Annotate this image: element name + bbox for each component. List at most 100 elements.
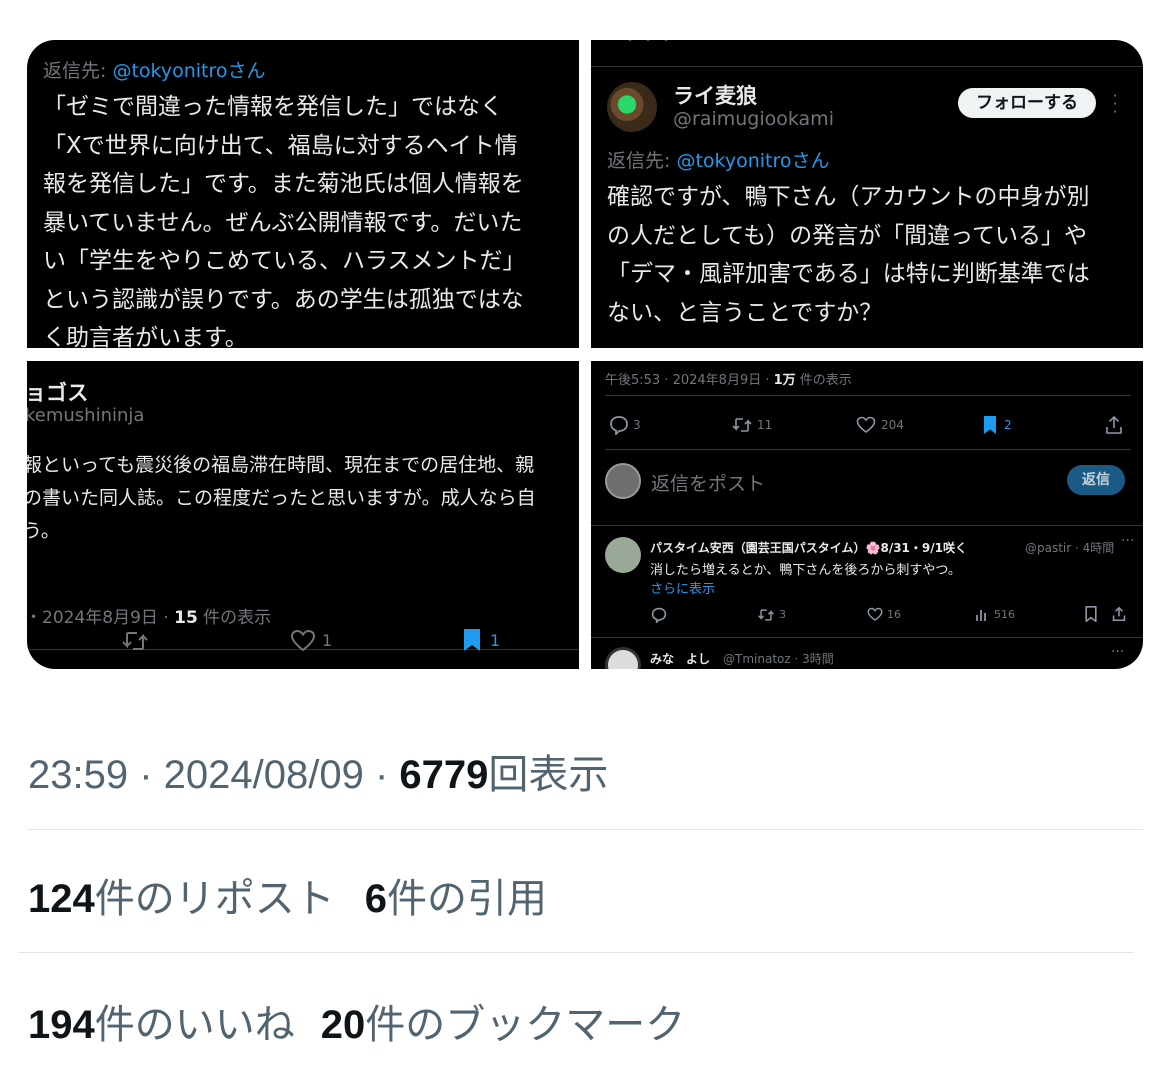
likes-count: 204 — [881, 418, 904, 432]
likes-stat[interactable]: 194件のいいね — [28, 1003, 295, 1047]
avatar — [607, 82, 657, 132]
bookmark-icon[interactable] — [462, 627, 482, 653]
replies-count: 3 — [633, 418, 641, 432]
partial-header: ・・・ — [621, 40, 675, 51]
user-name: ョゴス — [27, 381, 89, 405]
reposts-count: 124 — [28, 877, 95, 921]
meta-separator: · — [363, 753, 400, 797]
divider — [591, 525, 1143, 526]
likes-label: 件のいいね — [94, 1003, 295, 1047]
tweet-timestamp: ・2024年8月9日 · 15 件の表示 — [27, 603, 271, 628]
reply-to-line: 返信先: @tokyonitroさん — [607, 146, 830, 173]
screenshot-image-3[interactable]: ョゴス kemushininja 報といっても震災後の福島滞在時間、現在までの居… — [27, 361, 579, 669]
reply-to-user-link: @tokyonitroさん — [112, 60, 266, 82]
tweet-timestamp: 午後5:53 · 2024年8月9日 · 1万 件の表示 — [605, 369, 852, 388]
share-icon[interactable] — [1112, 606, 1126, 622]
reply-author-handle: @pastir · 4時間 — [1025, 541, 1115, 555]
tweet-line: う。 — [27, 520, 60, 542]
reply-author-handle: @Tminatoz · 3時間 — [723, 652, 834, 666]
tweet-line: 報を発信した」です。また菊池氏は個人情報を — [43, 171, 524, 197]
tweet-body: 報といっても震災後の福島滞在時間、現在までの居住地、親 の書いた同人誌。この程度… — [27, 449, 536, 548]
divider — [18, 952, 1134, 953]
tweet-line: 確認ですが、鴨下さん（アカウントの中身が別 — [607, 184, 1090, 210]
engagement-row-2: 194件のいいね 20件のブックマーク — [28, 992, 685, 1050]
avatar — [605, 537, 641, 573]
tweet-line: 報といっても震災後の福島滞在時間、現在までの居住地、親 — [27, 454, 535, 476]
quotes-label: 件の引用 — [387, 877, 547, 921]
tweet-line: の人だとしても）の発言が「間違っている」や — [607, 222, 1088, 249]
views-count: 15 — [174, 608, 198, 628]
views-icon[interactable] — [975, 607, 989, 622]
divider — [591, 637, 1143, 638]
bookmarks-count: 2 — [1004, 418, 1012, 432]
timestamp-text: ・2024年8月9日 · — [27, 608, 175, 628]
divider — [605, 449, 1131, 450]
reposts-label: 件のリポスト — [94, 877, 335, 921]
reply-to-prefix: 返信先: — [43, 60, 113, 82]
user-handle: kemushininja — [27, 405, 145, 426]
likes-count: 194 — [28, 1003, 95, 1047]
follow-button[interactable]: フォローする — [958, 88, 1096, 118]
avatar — [605, 463, 641, 499]
repost-icon[interactable] — [731, 416, 753, 434]
bookmark-icon[interactable] — [983, 415, 997, 435]
reply-to-line: 返信先: @tokyonitroさん — [43, 56, 266, 83]
heart-icon[interactable] — [290, 629, 316, 653]
bookmarks-count: 20 — [320, 1003, 366, 1047]
reply-text: 消したら増えるとか、鴨下さんを後ろから刺すやつ。 — [650, 563, 961, 578]
tweet-line: という認識が誤りです。あの学生は孤独ではな — [43, 286, 524, 313]
reply-author-name: パスタイム安西（園芸王国パスタイム）🌸8/31・9/1咲く — [650, 541, 967, 555]
user-name: ライ麦狼 — [673, 84, 757, 108]
tweet-line: の書いた同人誌。この程度だったと思いますが。成人なら自 — [27, 487, 536, 509]
user-handle: @raimugiookami — [673, 108, 834, 130]
reposts-count: 3 — [779, 608, 786, 621]
tweet-line: 暴いていません。ぜんぶ公開情報です。だいた — [43, 209, 523, 236]
screenshot-image-1[interactable]: 返信先: @tokyonitroさん 「ゼミで間違った情報を発信した」ではなく … — [27, 40, 579, 348]
heart-icon[interactable] — [856, 416, 876, 434]
tweet-line: く助言者がいます。 — [43, 325, 248, 348]
more-options-icon[interactable]: ··· — [1112, 88, 1118, 120]
reposts-count: 11 — [757, 418, 773, 432]
share-icon[interactable] — [1105, 415, 1123, 435]
views-count: 6779 — [399, 753, 489, 797]
tweet-body: 確認ですが、鴨下さん（アカウントの中身が別 の人だとしても）の発言が「間違ってい… — [607, 178, 1090, 332]
screenshot-image-2[interactable]: ・・・ ライ麦狼 @raimugiookami フォローする · · · 返信先: … — [591, 40, 1143, 348]
views-suffix: 件の表示 — [795, 373, 852, 388]
screenshot-image-4[interactable]: 午後5:53 · 2024年8月9日 · 1万 件の表示 3 11 204 2 … — [591, 361, 1143, 669]
views-count: 516 — [994, 608, 1015, 621]
quotes-count: 6 — [364, 877, 387, 921]
divider — [605, 395, 1131, 396]
repost-icon[interactable] — [757, 607, 775, 623]
views-label: 回表示 — [488, 753, 609, 797]
likes-count: 1 — [322, 631, 333, 650]
heart-icon[interactable] — [867, 607, 883, 622]
divider — [27, 829, 1143, 830]
timestamp-text: 午後5:53 · 2024年8月9日 · — [605, 373, 774, 388]
bookmarks-label: 件のブックマーク — [365, 1003, 686, 1047]
reply-button[interactable]: 返信 — [1067, 465, 1125, 495]
bookmark-icon[interactable] — [1085, 606, 1097, 622]
tweet-line: い「学生をやりこめている、ハラスメントだ」 — [43, 248, 526, 274]
show-more-link[interactable]: さらに表示 — [650, 578, 715, 597]
quotes-stat[interactable]: 6件の引用 — [365, 877, 547, 921]
reply-to-prefix: 返信先: — [607, 150, 677, 172]
reply-icon[interactable] — [651, 607, 667, 623]
tweet-body: 「ゼミで間違った情報を発信した」ではなく 「Xで世界に向け出て、福島に対するヘイ… — [43, 88, 526, 348]
likes-count: 16 — [887, 608, 901, 621]
repost-icon[interactable] — [121, 629, 149, 653]
reply-icon[interactable] — [609, 415, 629, 435]
post-meta: 23:59 · 2024/08/09 · 6779回表示 — [28, 742, 608, 800]
bookmarks-stat[interactable]: 20件のブックマーク — [321, 1003, 686, 1047]
engagement-row-1: 124件のリポスト 6件の引用 — [28, 866, 547, 924]
post-time: 23:59 — [28, 753, 129, 797]
more-options-icon[interactable]: ··· — [1121, 533, 1134, 549]
divider — [591, 66, 1143, 67]
views-suffix: 件の表示 — [197, 608, 272, 628]
more-options-icon[interactable]: ··· — [1111, 644, 1124, 660]
bookmarks-count: 1 — [490, 631, 501, 650]
reply-to-user-link: @tokyonitroさん — [676, 150, 830, 172]
reply-input[interactable]: 返信をポスト — [651, 469, 765, 496]
reposts-stat[interactable]: 124件のリポスト — [28, 877, 335, 921]
reply-author-name: みな よし — [650, 652, 711, 666]
meta-separator: · — [128, 753, 164, 797]
